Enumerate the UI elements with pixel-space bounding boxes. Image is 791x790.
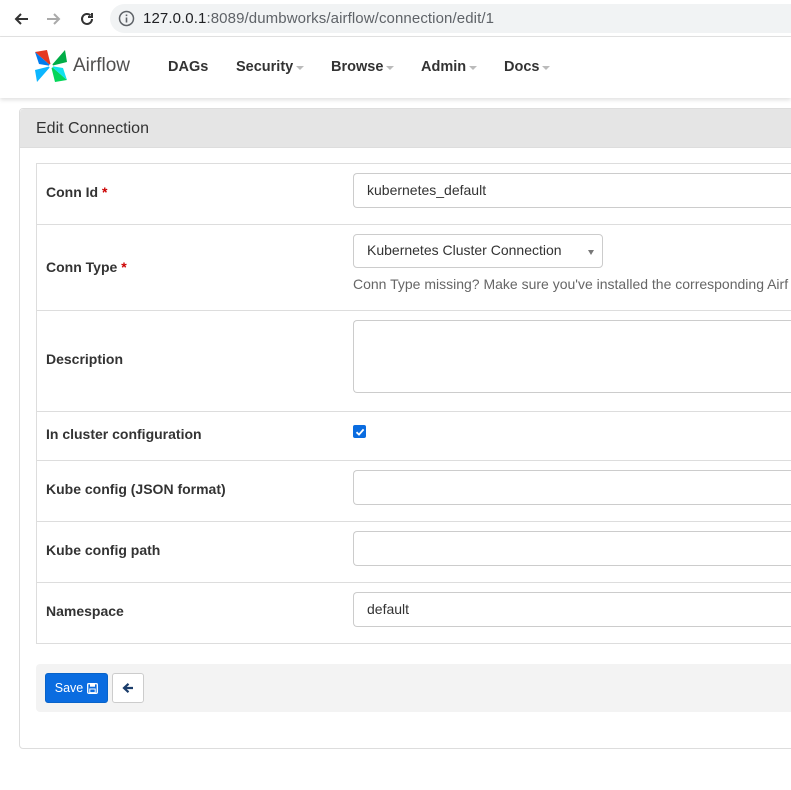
airflow-logo-icon	[35, 50, 67, 82]
required-marker: *	[121, 259, 127, 275]
back-button[interactable]	[112, 673, 144, 703]
form-row-conn-id: Conn Id * kubernetes_default	[37, 164, 791, 225]
back-arrow-icon[interactable]	[10, 8, 32, 30]
url-text: 127.0.0.1:8089/dumbworks/airflow/connect…	[143, 10, 494, 27]
nav-admin-label: Admin	[421, 59, 467, 75]
description-textarea[interactable]	[353, 320, 791, 393]
caret-down-icon	[469, 66, 478, 70]
checkmark-icon	[355, 428, 364, 436]
airflow-navbar: Airflow DAGs Security Browse Admin Docs	[0, 37, 791, 98]
save-button-label: Save	[54, 681, 84, 695]
namespace-input[interactable]: default	[353, 592, 791, 627]
nav-docs-label: Docs	[504, 59, 540, 75]
brand-link[interactable]: Airflow	[33, 47, 130, 85]
in-cluster-label: In cluster configuration	[46, 426, 202, 442]
kube-config-label: Kube config (JSON format)	[46, 481, 226, 497]
address-bar[interactable]: 127.0.0.1:8089/dumbworks/airflow/connect…	[110, 4, 791, 33]
namespace-label: Namespace	[46, 603, 124, 619]
brand-name: Airflow	[73, 55, 131, 76]
conn-type-value: Kubernetes Cluster Connection	[367, 242, 562, 258]
conn-type-label-text: Conn Type	[46, 259, 118, 275]
required-marker: *	[102, 184, 108, 200]
form-row-in-cluster: In cluster configuration	[37, 412, 791, 461]
browser-toolbar: 127.0.0.1:8089/dumbworks/airflow/connect…	[0, 0, 791, 37]
floppy-disk-icon	[87, 682, 99, 694]
caret-down-icon	[542, 66, 551, 70]
arrow-left-icon	[122, 682, 133, 694]
info-icon[interactable]	[118, 10, 135, 27]
form-row-namespace: Namespace default	[37, 583, 791, 643]
kube-config-input[interactable]	[353, 470, 791, 505]
kube-config-path-input[interactable]	[353, 531, 791, 566]
caret-down-icon	[386, 66, 395, 70]
nav-admin[interactable]: Admin	[421, 59, 478, 75]
in-cluster-checkbox[interactable]	[353, 425, 366, 438]
nav-dags[interactable]: DAGs	[168, 59, 208, 75]
conn-type-select[interactable]: Kubernetes Cluster Connection	[353, 234, 603, 268]
connection-form: Conn Id * kubernetes_default Conn Type *…	[36, 163, 791, 644]
description-label: Description	[46, 351, 124, 367]
nav-browse[interactable]: Browse	[331, 59, 395, 75]
caret-down-icon	[296, 66, 305, 70]
edit-connection-panel: Edit Connection Conn Id * kubernetes_def…	[19, 108, 791, 749]
form-row-description: Description	[37, 311, 791, 412]
conn-id-label: Conn Id *	[46, 184, 107, 200]
form-row-kube-config-path: Kube config path	[37, 522, 791, 583]
form-actions: Save	[36, 664, 791, 712]
forward-arrow-icon[interactable]	[43, 8, 65, 30]
form-row-conn-type: Conn Type * Kubernetes Cluster Connectio…	[37, 225, 791, 311]
url-host: 127.0.0.1	[143, 10, 207, 27]
save-button[interactable]: Save	[45, 673, 108, 703]
reload-icon[interactable]	[76, 8, 98, 30]
kube-config-path-label: Kube config path	[46, 542, 161, 558]
conn-type-help: Conn Type missing? Make sure you've inst…	[353, 276, 789, 292]
conn-type-label: Conn Type *	[46, 259, 127, 275]
nav-docs[interactable]: Docs	[504, 59, 551, 75]
panel-title: Edit Connection	[20, 109, 791, 148]
url-path: :8089/dumbworks/airflow/connection/edit/…	[206, 10, 495, 27]
conn-id-input[interactable]: kubernetes_default	[353, 173, 791, 208]
form-row-kube-config: Kube config (JSON format)	[37, 461, 791, 522]
nav-security[interactable]: Security	[236, 59, 305, 75]
nav-browse-label: Browse	[331, 59, 384, 75]
conn-id-label-text: Conn Id	[46, 184, 99, 200]
select-arrow-icon	[588, 250, 594, 255]
nav-security-label: Security	[236, 59, 294, 75]
nav-dags-label: DAGs	[168, 59, 209, 75]
